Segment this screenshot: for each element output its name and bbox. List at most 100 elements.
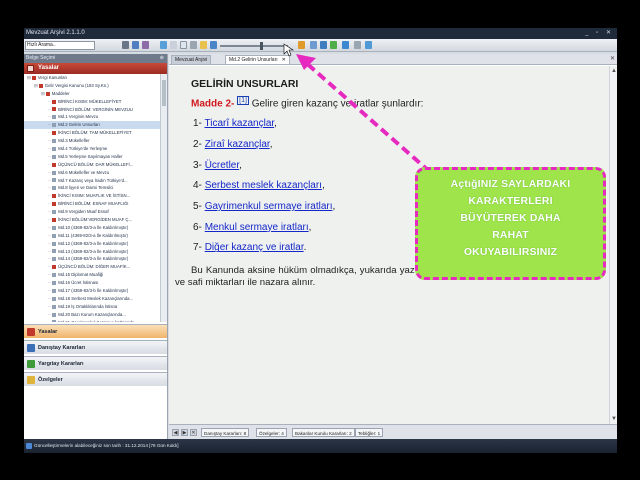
tree-item[interactable]: ·· ÜÇÜNCÜ BÖLÜM: DAR MÜKELLEFİ... bbox=[24, 161, 160, 169]
tree-item[interactable]: ·· Md.16 Ücret İstisnası bbox=[24, 279, 160, 287]
nav-section[interactable]: Yargıtay Kararları bbox=[24, 356, 167, 370]
settings-icon[interactable] bbox=[365, 41, 372, 49]
item-link[interactable]: Ziraî kazançlar bbox=[205, 139, 270, 150]
binoculars-icon[interactable] bbox=[122, 41, 129, 49]
tree-item-label: ÜÇÜNCÜ BÖLÜM: DİĞER MUAFİK... bbox=[58, 264, 131, 270]
tab-bar: ✕ Mevzuat Arşivi Md.2 Gelirin Unsurları ✕ bbox=[169, 54, 617, 65]
tree-item[interactable]: ·· Md.9 Vergiden Muaf Esnaf bbox=[24, 208, 160, 216]
item-link[interactable]: Gayrimenkul sermaye iratları bbox=[205, 201, 333, 212]
tree-item[interactable]: ·· Md.11 (4369-82/3-a İle Kaldırılmıştır… bbox=[24, 232, 160, 240]
tree-item[interactable]: ⊟ Vergi Kanunları bbox=[24, 74, 160, 82]
folder-icon[interactable] bbox=[200, 41, 207, 49]
document-icon bbox=[52, 265, 57, 270]
grid-icon[interactable] bbox=[142, 41, 149, 49]
nav-section[interactable]: Yasalar bbox=[24, 324, 167, 338]
document-tab[interactable]: Mevzuat Arşivi bbox=[171, 55, 212, 64]
tree-item[interactable]: ·· Md.13 (4369-82/3-a İle Kaldırılmıştır… bbox=[24, 248, 160, 256]
tree-item[interactable]: ·· Md.10 (4369-82/3-a İle Kaldırılmıştır… bbox=[24, 224, 160, 232]
zoom-slider[interactable] bbox=[220, 45, 288, 47]
refresh-icon[interactable] bbox=[330, 41, 337, 49]
related-tab[interactable]: Danıştay Kararları: 8 bbox=[201, 428, 250, 437]
tree-item[interactable]: ·· Md.7 Kazanç veya İradın Türkiye'd... bbox=[24, 177, 160, 185]
scroll-up-icon[interactable]: ▲ bbox=[611, 68, 617, 74]
tree-item[interactable]: ·· İKİNCİ BÖLÜM: TAM MÜKELLEFİYET bbox=[24, 129, 160, 137]
save-icon[interactable] bbox=[320, 41, 327, 49]
first-icon[interactable]: ◀ bbox=[172, 429, 179, 436]
item-link[interactable]: Ücretler bbox=[205, 160, 239, 171]
tree-item[interactable]: ·· Md.6 Mükellefler ve Mevzu bbox=[24, 169, 160, 177]
tree-item-label: Md.8 İşyeri ve Daimi Temsilci bbox=[58, 185, 114, 191]
tree-item[interactable]: ·· Md.2 Gelirin Unsurları bbox=[24, 121, 160, 130]
window-controls[interactable]: _ ▫ ✕ bbox=[585, 28, 614, 39]
tree-item[interactable]: ·· BİRİNCİ BÖLÜM: VERGİNİN MEVZUU bbox=[24, 106, 160, 114]
scroll-down-icon[interactable]: ▼ bbox=[611, 416, 617, 422]
annotation-line: AçtığINIZ SAYLARDAKI bbox=[450, 179, 571, 190]
tree-item-label: BİRİNCİ BÖLÜM: ESNAF MUAFLIĞI bbox=[58, 201, 129, 207]
close-icon[interactable]: ✕ bbox=[610, 55, 615, 62]
search-input[interactable]: Hızlı Arama.. bbox=[25, 41, 95, 50]
item-number: 6- bbox=[193, 221, 202, 233]
scrollbar-thumb[interactable] bbox=[162, 80, 166, 106]
nav-section[interactable]: Özelgeler bbox=[24, 372, 167, 386]
tree-item[interactable]: ·· Md.1 Verginin Mevzu bbox=[24, 113, 160, 121]
tree-item[interactable]: ·· Md.14 (4369-82/3-a İle Kaldırılmıştır… bbox=[24, 255, 160, 263]
related-tab[interactable]: Özelgeler: 4 bbox=[256, 428, 287, 437]
tree-item[interactable]: ·· Md.15 Diplomat Muafiği bbox=[24, 271, 160, 279]
tree-item[interactable]: ·· Md.17 (4369-82/3-b İle Kaldırılmıştır… bbox=[24, 287, 160, 295]
tree-item[interactable]: ·· Md.12 (4369-82/3-a İle Kaldırılmıştır… bbox=[24, 240, 160, 248]
tile-icon[interactable] bbox=[310, 41, 317, 49]
tree-item[interactable]: ⊟ Gelir Vergisi Kanunu (193 Sy.Kn.) bbox=[24, 82, 160, 90]
annotation-line: BÜYÜTEREK DAHA bbox=[460, 213, 561, 224]
tree-item[interactable]: ·· BİRİNCİ KISIM: MÜKELLEFİYET bbox=[24, 98, 160, 106]
document-icon bbox=[52, 312, 57, 317]
tree-item[interactable]: ·· Md.4 Türkiye'de Yerleşme bbox=[24, 145, 160, 153]
nav-section-label: Özelgeler bbox=[38, 377, 63, 383]
nav-section-label: Yasalar bbox=[38, 329, 58, 335]
tree-item[interactable]: ·· Md.20 Bazı Kurum Kazançlarında... bbox=[24, 311, 160, 319]
tree-item[interactable]: ·· İKİNCİ KISIM: MUAFLIK VE İSTİSN... bbox=[24, 192, 160, 200]
tree-item[interactable]: ·· Md.21 Gayrimenkul Sermaye İratlarında… bbox=[24, 319, 160, 322]
tree-item[interactable]: ·· İKİNCİ BÖLÜM:VERGİDEN MUAF Ç... bbox=[24, 216, 160, 224]
document-tab[interactable]: Md.2 Gelirin Unsurları ✕ bbox=[225, 55, 290, 64]
nav-section[interactable]: Danıştay Kararları bbox=[24, 340, 167, 354]
tree-scrollbar[interactable] bbox=[160, 74, 167, 322]
highlight-icon[interactable] bbox=[298, 41, 305, 49]
filter-icon[interactable] bbox=[132, 41, 139, 49]
close-icon[interactable]: ✕ bbox=[190, 429, 197, 436]
tree-item[interactable]: ·· Md.8 İşyeri ve Daimi Temsilci bbox=[24, 184, 160, 192]
tree-item[interactable]: ·· Md.19 İş Ortaklıklarında İstisna bbox=[24, 303, 160, 311]
tree-item-label: Md.13 (4369-82/3-a İle Kaldırılmıştır) bbox=[58, 248, 129, 254]
tree-item-label: Gelir Vergisi Kanunu (193 Sy.Kn.) bbox=[44, 82, 109, 88]
tree-item[interactable]: ·· Md.3 Mükellefler bbox=[24, 137, 160, 145]
pin-icon[interactable]: ⊕ bbox=[160, 54, 164, 63]
copy-icon[interactable] bbox=[170, 41, 177, 49]
item-link[interactable]: Serbest meslek kazançları bbox=[205, 180, 322, 191]
tree-item-label: Vergi Kanunları bbox=[37, 75, 68, 80]
monitor-icon[interactable] bbox=[210, 41, 217, 49]
tree-item[interactable]: ·· Md.18 Serbest Meslek Kazançlarında... bbox=[24, 295, 160, 303]
tree-item-label: Md.10 (4369-82/3-a İle Kaldırılmıştır) bbox=[58, 224, 129, 230]
section-title: Yasalar bbox=[38, 65, 60, 71]
tree-item[interactable]: ·· BİRİNCİ BÖLÜM: ESNAF MUAFLIĞI bbox=[24, 200, 160, 208]
export-icon[interactable] bbox=[342, 41, 349, 49]
tree-item[interactable]: ·· Md.5 Yerleşme Sayılmayan Haller bbox=[24, 153, 160, 161]
tools-icon[interactable] bbox=[354, 41, 361, 49]
item-link[interactable]: Menkul sermaye iratları bbox=[205, 222, 309, 233]
print-icon[interactable] bbox=[190, 41, 197, 49]
window-title: Mevzuat Arşivi 2.1.1.0 bbox=[26, 30, 85, 36]
zoom-slider-thumb[interactable] bbox=[260, 42, 263, 50]
tree-item[interactable]: ⊟ Maddeler bbox=[24, 90, 160, 98]
back-icon[interactable] bbox=[160, 41, 167, 49]
next-icon[interactable]: ▶ bbox=[181, 429, 188, 436]
document-scrollbar[interactable]: ▲ ▼ bbox=[609, 66, 617, 424]
tree-item[interactable]: ·· ÜÇÜNCÜ BÖLÜM: DİĞER MUAFİK... bbox=[24, 263, 160, 271]
related-tab[interactable]: Tebliğler: 1 bbox=[355, 428, 384, 437]
footnote-link[interactable]: [1] bbox=[237, 96, 249, 105]
tree-item-label: Md.1 Verginin Mevzu bbox=[58, 114, 99, 120]
item-link[interactable]: Ticarî kazançlar bbox=[205, 118, 275, 129]
related-tab[interactable]: Bakanlar Kurulu Kararları: 2 bbox=[292, 428, 355, 437]
item-link[interactable]: Diğer kazanç ve iratlar bbox=[205, 242, 304, 253]
tab-close-icon[interactable]: ✕ bbox=[282, 57, 286, 63]
document-icon[interactable] bbox=[180, 41, 187, 49]
item-number: 7- bbox=[193, 242, 202, 254]
